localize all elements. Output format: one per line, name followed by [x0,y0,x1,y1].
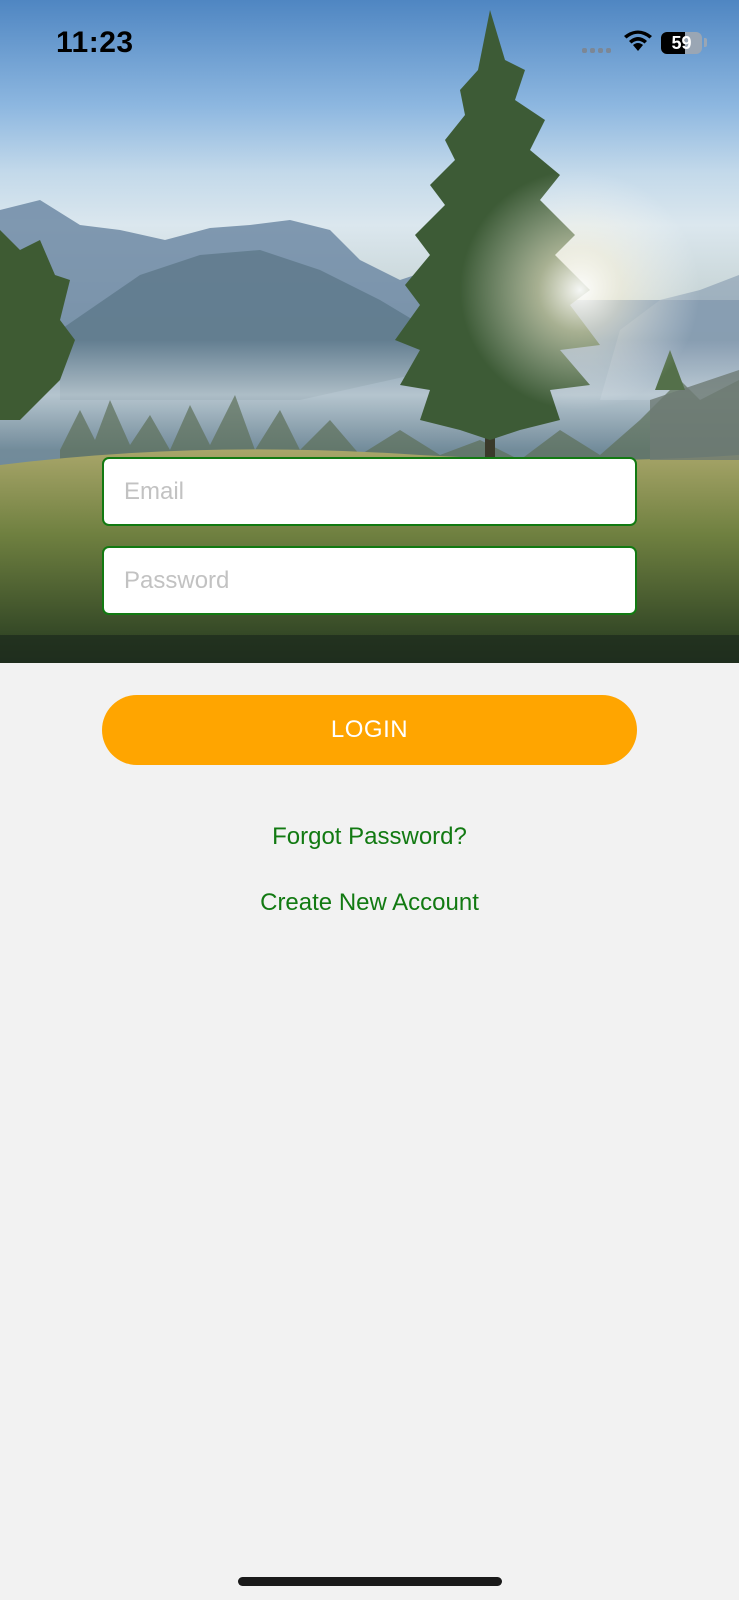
email-field[interactable] [102,457,637,526]
password-field[interactable] [102,546,637,615]
battery-cap [704,38,707,47]
password-input[interactable] [122,565,635,596]
battery-percent: 59 [671,33,692,53]
battery-icon: 59 [661,32,702,54]
home-indicator[interactable] [238,1577,502,1586]
create-account-link[interactable]: Create New Account [0,889,739,917]
forgot-password-link[interactable]: Forgot Password? [0,823,739,851]
email-input[interactable] [122,476,635,507]
status-bar: 11:23 59 [0,0,739,90]
status-time: 11:23 [56,26,134,59]
wifi-icon [623,30,653,57]
cellular-signal-icon [582,48,611,53]
login-button[interactable]: LOGIN [102,695,637,765]
